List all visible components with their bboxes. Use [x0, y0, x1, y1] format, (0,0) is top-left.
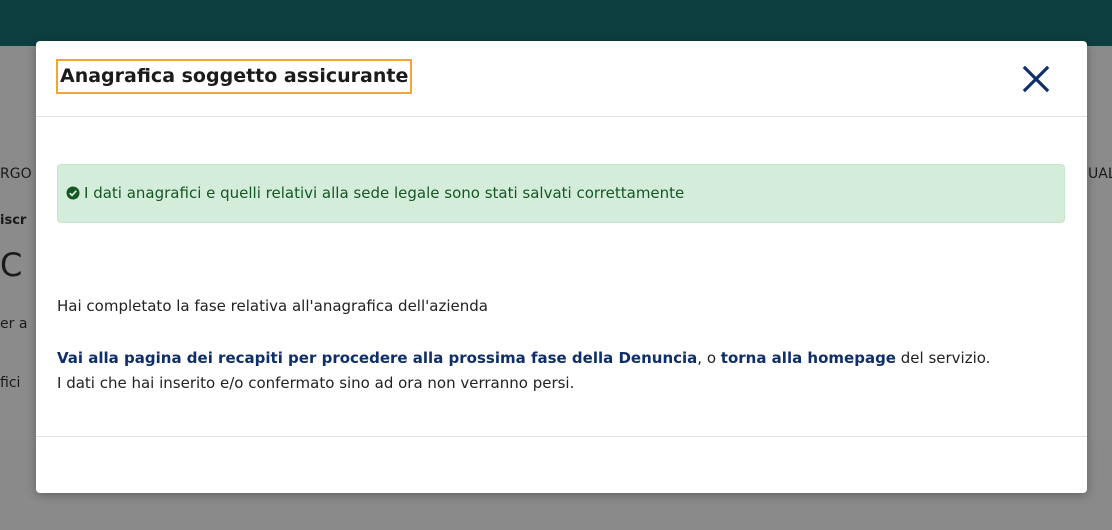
background-text-fragment: C	[0, 246, 23, 284]
success-alert: I dati anagrafici e quelli relativi alla…	[57, 164, 1065, 223]
close-icon	[1022, 65, 1050, 93]
background-text-fragment: er a	[0, 316, 28, 332]
completed-message: Hai completato la fase relativa all'anag…	[57, 297, 488, 315]
modal-footer-divider	[36, 436, 1087, 437]
check-circle-icon	[66, 186, 80, 200]
recapiti-link[interactable]: Vai alla pagina dei recapiti per procede…	[57, 349, 697, 367]
background-text-fragment: UAL	[1088, 166, 1112, 182]
top-navbar	[0, 0, 1112, 46]
background-text-fragment: RGO	[0, 166, 32, 182]
homepage-link[interactable]: torna alla homepage	[721, 349, 896, 367]
after-links-text: del servizio.	[895, 349, 991, 367]
modal-header: Anagrafica soggetto assicurante	[36, 41, 1087, 117]
alert-message: I dati anagrafici e quelli relativi alla…	[84, 184, 685, 202]
data-saved-note: I dati che hai inserito e/o confermato s…	[57, 374, 575, 392]
modal-title: Anagrafica soggetto assicurante	[56, 59, 413, 94]
link-separator: , o	[697, 349, 721, 367]
close-button[interactable]	[1016, 59, 1056, 99]
background-text-fragment: fici	[0, 375, 21, 391]
next-steps-paragraph: Vai alla pagina dei recapiti per procede…	[57, 346, 990, 396]
background-text-fragment: iscr	[0, 213, 27, 228]
modal-dialog: Anagrafica soggetto assicurante I dati a…	[36, 41, 1087, 493]
next-steps-line: Vai alla pagina dei recapiti per procede…	[57, 346, 990, 371]
